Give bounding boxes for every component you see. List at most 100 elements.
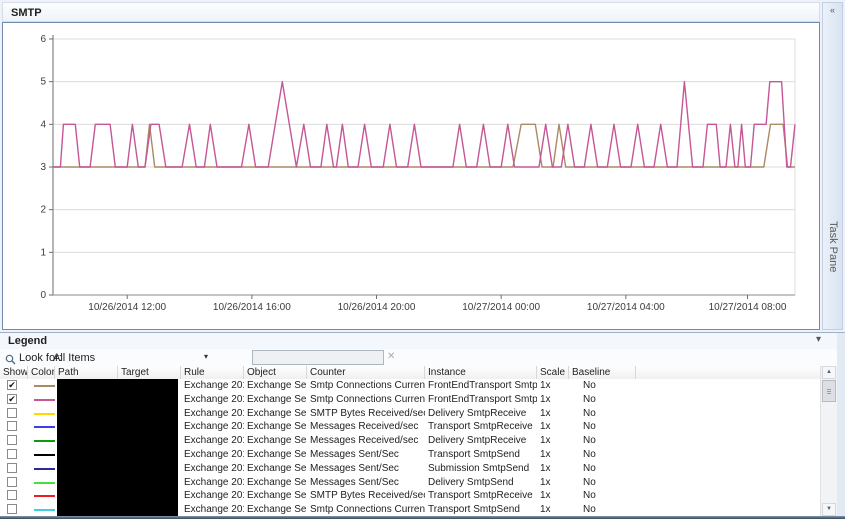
legend-collapse-icon[interactable]: ▾ (816, 334, 821, 345)
legend-search-input[interactable] (252, 350, 384, 365)
instance-cell: Delivery SmtpReceive (428, 435, 527, 447)
task-pane-collapse-icon[interactable]: « (823, 5, 842, 15)
column-header-object[interactable]: Object (244, 366, 307, 379)
rule-cell: Exchange 2013 ... (184, 448, 244, 460)
filter-dropdown-value: All Items (53, 352, 96, 364)
column-header-scale[interactable]: Scale (537, 366, 569, 379)
clear-search-icon[interactable]: ✕ (387, 351, 395, 362)
legend-row[interactable]: Exchange 2013 ...Exchange ServerMessages… (0, 447, 820, 462)
instance-cell: Transport SmtpSend (428, 448, 520, 460)
color-cell (28, 503, 55, 517)
show-checkbox[interactable] (7, 435, 17, 446)
column-header-show[interactable]: Show (0, 366, 28, 379)
legend-row[interactable]: Exchange 2013 ...Exchange ServerSMTP Byt… (0, 406, 820, 421)
color-cell (28, 420, 55, 434)
scale-cell: 1x (540, 476, 551, 488)
scale-cell: 1x (540, 393, 551, 405)
y-tick-label: 6 (40, 34, 46, 45)
redacted-path-target (57, 406, 178, 421)
column-header-empty (636, 366, 820, 379)
column-header-color[interactable]: Color (28, 366, 55, 379)
performance-monitor-window: { "chart_panel": { "title": "SMTP" }, "t… (0, 0, 845, 519)
counter-cell: Messages Received/sec (310, 435, 419, 447)
series-color-swatch (34, 495, 55, 498)
x-tick-label: 10/26/2014 20:00 (338, 302, 416, 313)
redacted-path-target (57, 475, 178, 490)
series-color-swatch (34, 398, 55, 401)
object-cell: Exchange Server (247, 504, 307, 516)
rule-cell: Exchange 2013 ... (184, 380, 244, 391)
series-color-swatch (34, 453, 55, 456)
column-header-baseline[interactable]: Baseline (569, 366, 636, 379)
series-color-swatch (34, 481, 55, 484)
show-checkbox[interactable] (7, 476, 17, 487)
legend-section: Legend ▾ Look for: All Items ▾ ✕ Show Col… (0, 332, 845, 517)
filter-dropdown[interactable]: All Items ▾ (50, 350, 210, 365)
chart-panel-title: SMTP (2, 2, 820, 22)
legend-row[interactable]: Exchange 2013 ...Exchange ServerMessages… (0, 461, 820, 476)
show-checkbox[interactable] (7, 407, 17, 418)
color-cell (28, 393, 55, 407)
show-cell (0, 462, 28, 476)
show-checkbox[interactable]: ✔ (7, 393, 17, 404)
column-header-counter[interactable]: Counter (307, 366, 425, 379)
x-tick-label: 10/27/2014 08:00 (709, 302, 787, 313)
scrollbar-thumb[interactable] (822, 380, 836, 402)
legend-scrollbar[interactable]: ▲ ▼ (820, 366, 837, 516)
show-checkbox[interactable] (7, 448, 17, 459)
counter-cell: SMTP Bytes Received/sec (310, 490, 425, 502)
series-color-swatch (34, 412, 55, 415)
baseline-cell: No (583, 380, 596, 391)
baseline-cell: No (583, 490, 596, 502)
legend-row[interactable]: Exchange 2013 ...Exchange ServerMessages… (0, 420, 820, 435)
rule-cell: Exchange 2013 ... (184, 462, 244, 474)
column-header-instance[interactable]: Instance (425, 366, 537, 379)
legend-row[interactable]: ✔ Exchange 2013 ...Exchange ServerSmtp Co… (0, 379, 820, 393)
x-tick-label: 10/27/2014 04:00 (587, 302, 665, 313)
show-checkbox[interactable] (7, 490, 17, 501)
show-checkbox[interactable] (7, 504, 17, 515)
y-tick-label: 0 (40, 290, 46, 301)
column-header-rule[interactable]: Rule (181, 366, 244, 379)
scrollbar-down-icon[interactable]: ▼ (822, 503, 836, 516)
scrollbar-up-icon[interactable]: ▲ (822, 366, 836, 379)
baseline-cell: No (583, 448, 596, 460)
show-checkbox[interactable] (7, 462, 17, 473)
series-color-swatch (34, 509, 55, 512)
baseline-cell: No (583, 407, 596, 419)
counter-cell: Messages Sent/Sec (310, 462, 399, 474)
y-axis-ticks: 0 1 2 3 4 5 6 (40, 34, 53, 301)
legend-row[interactable]: Exchange 2013 ...Exchange ServerSMTP Byt… (0, 489, 820, 504)
color-cell (28, 448, 55, 462)
rule-cell: Exchange 2013 ... (184, 407, 244, 419)
instance-cell: Delivery SmtpSend (428, 476, 514, 488)
legend-header-bar: Legend ▾ (0, 333, 845, 349)
legend-row[interactable]: Exchange 2013 ...Exchange ServerMessages… (0, 434, 820, 448)
legend-row[interactable]: Exchange 2013 ...Exchange ServerMessages… (0, 475, 820, 490)
color-cell (28, 489, 55, 503)
show-cell (0, 489, 28, 503)
object-cell: Exchange Server (247, 448, 307, 460)
object-cell: Exchange Server (247, 435, 307, 447)
object-cell: Exchange Server (247, 462, 307, 474)
column-header-path[interactable]: Path (55, 366, 118, 379)
x-tick-label: 10/26/2014 16:00 (213, 302, 291, 313)
legend-row[interactable]: ✔ Exchange 2013 ...Exchange ServerSmtp Co… (0, 392, 820, 407)
window-right-edge (837, 333, 845, 516)
show-checkbox[interactable]: ✔ (7, 380, 17, 390)
y-tick-label: 3 (40, 162, 46, 173)
rule-cell: Exchange 2013 ... (184, 490, 244, 502)
legend-row[interactable]: Exchange 2013 ...Exchange ServerSmtp Con… (0, 503, 820, 517)
y-tick-label: 5 (40, 77, 46, 88)
show-cell (0, 407, 28, 421)
show-cell (0, 448, 28, 462)
task-pane-strip[interactable]: « Task Pane (822, 2, 843, 330)
baseline-cell: No (583, 421, 596, 433)
counter-cell: Smtp Connections Current (310, 393, 425, 405)
x-tick-label: 10/26/2014 12:00 (88, 302, 166, 313)
column-header-target[interactable]: Target (118, 366, 181, 379)
baseline-cell: No (583, 435, 596, 447)
show-cell (0, 503, 28, 517)
show-checkbox[interactable] (7, 421, 17, 432)
counter-cell: Messages Received/sec (310, 421, 419, 433)
